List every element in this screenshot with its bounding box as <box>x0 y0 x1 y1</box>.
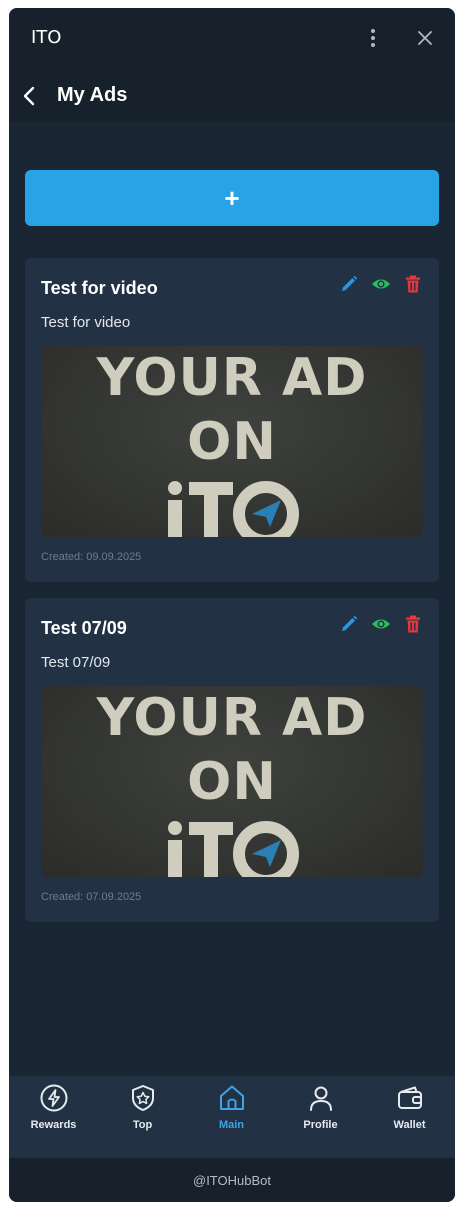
trash-icon[interactable] <box>403 274 423 294</box>
app-window: ITO My Ads + Test for video Test for vid… <box>9 8 455 1202</box>
ad-created-date: Created: 07.09.2025 <box>41 891 142 903</box>
lightning-icon <box>40 1084 68 1112</box>
ad-card: Test for video Test for video YOUR AD ON… <box>25 258 439 582</box>
close-icon[interactable] <box>414 27 436 49</box>
title-bar: ITO <box>9 8 455 68</box>
edit-icon[interactable] <box>339 614 359 634</box>
ad-title: Test for video <box>41 278 158 298</box>
home-icon <box>220 1085 244 1110</box>
bot-handle: @ITOHubBot <box>193 1173 271 1188</box>
nav-label: Top <box>132 1119 153 1131</box>
ad-card: Test 07/09 Test 07/09 YOUR AD ON Created… <box>25 598 439 922</box>
wallet-icon <box>398 1086 422 1109</box>
ito-logo-icon <box>168 821 299 877</box>
edit-icon[interactable] <box>339 274 359 294</box>
star-badge-icon <box>132 1085 154 1111</box>
app-title: ITO <box>31 27 62 48</box>
nav-item-top[interactable]: Top <box>98 1076 187 1158</box>
add-ad-button[interactable]: + <box>25 170 439 226</box>
nav-item-rewards[interactable]: Rewards <box>9 1076 98 1158</box>
page-header: My Ads <box>9 68 455 122</box>
nav-label: Profile <box>303 1119 338 1131</box>
nav-item-profile[interactable]: Profile <box>276 1076 365 1158</box>
bottom-nav: Rewards Top Main Profile Wallet <box>9 1076 455 1158</box>
nav-label: Rewards <box>30 1119 77 1131</box>
eye-icon[interactable] <box>371 614 391 634</box>
user-icon <box>310 1086 332 1111</box>
ads-list-area: + Test for video Test for video YOUR AD … <box>9 122 455 1076</box>
ad-image: YOUR AD ON <box>41 346 423 537</box>
ito-logo-icon <box>168 481 299 537</box>
ad-title: Test 07/09 <box>41 618 127 638</box>
ad-description: Test for video <box>41 314 131 331</box>
ad-image-text: YOUR AD <box>96 348 368 408</box>
back-arrow-icon[interactable] <box>19 84 41 108</box>
nav-item-main[interactable]: Main <box>187 1076 276 1158</box>
nav-label: Wallet <box>393 1119 426 1131</box>
nav-label: Main <box>218 1119 245 1131</box>
ad-image-text: ON <box>187 752 277 812</box>
ad-actions <box>339 614 423 634</box>
ad-image-text: YOUR AD <box>96 688 368 748</box>
footer: @ITOHubBot <box>9 1158 455 1202</box>
ad-image: YOUR AD ON <box>41 686 423 877</box>
more-options-icon[interactable] <box>365 26 381 50</box>
ad-created-date: Created: 09.09.2025 <box>41 551 142 563</box>
eye-icon[interactable] <box>371 274 391 294</box>
ad-actions <box>339 274 423 294</box>
ad-image-text: ON <box>187 412 277 472</box>
ad-description: Test 07/09 <box>41 654 111 671</box>
trash-icon[interactable] <box>403 614 423 634</box>
page-title: My Ads <box>57 84 128 106</box>
nav-item-wallet[interactable]: Wallet <box>365 1076 454 1158</box>
